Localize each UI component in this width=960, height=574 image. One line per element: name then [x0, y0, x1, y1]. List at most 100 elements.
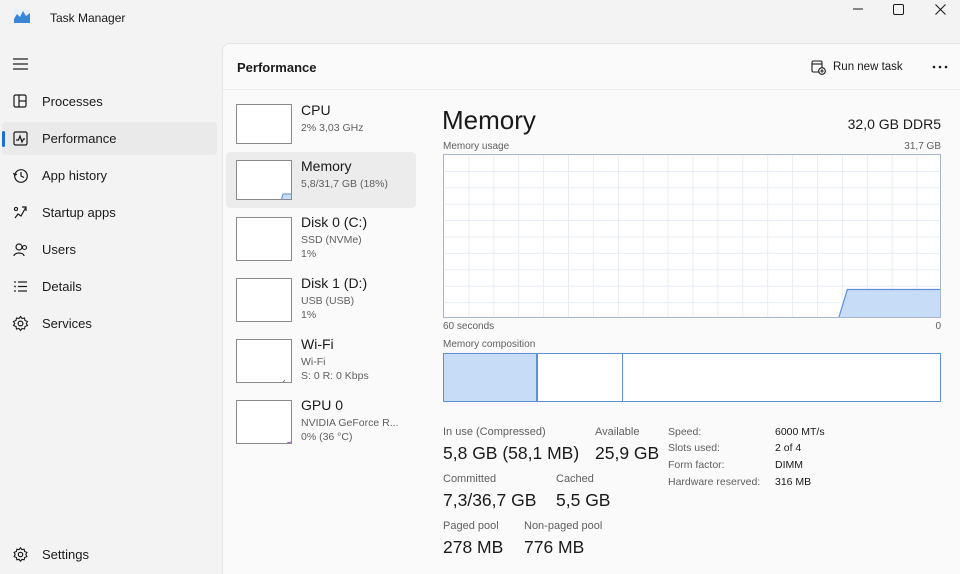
- maximize-button[interactable]: [876, 0, 920, 18]
- time-span-label: 60 seconds: [443, 321, 495, 332]
- memory-usage-area: [838, 288, 940, 317]
- form-factor-value: DIMM: [775, 459, 803, 471]
- nav-item-label: Settings: [42, 547, 89, 562]
- run-new-task-button[interactable]: Run new task: [811, 56, 903, 78]
- slots-used-key: Slots used:: [668, 442, 720, 454]
- active-indicator: [2, 131, 5, 147]
- device-name: Disk 0 (C:): [301, 214, 368, 230]
- device-name: Disk 1 (D:): [301, 275, 368, 291]
- settings-gear-icon: [13, 546, 28, 563]
- nav-item-label: Startup apps: [42, 205, 116, 220]
- more-options-icon: [932, 65, 948, 69]
- device-cpu[interactable]: CPU 2% 3,03 GHz: [226, 96, 416, 152]
- available-label: Available: [595, 426, 640, 438]
- hamburger-menu-icon[interactable]: [12, 56, 30, 72]
- device-usage: 1%: [301, 248, 317, 260]
- performance-panel: Performance Run new task CPU 2% 3,03 GHz…: [222, 43, 960, 574]
- device-detail: USB (USB): [301, 295, 355, 307]
- nav-item-startup-apps[interactable]: Startup apps: [2, 196, 217, 229]
- users-icon: [13, 243, 28, 257]
- minimize-icon: [853, 8, 863, 10]
- device-name: GPU 0: [301, 397, 344, 413]
- memory-usage-max: 31,7 GB: [904, 141, 941, 152]
- device-name: CPU: [301, 102, 331, 118]
- hardware-reserved-key: Hardware reserved:: [668, 476, 761, 488]
- nav-item-label: Services: [42, 316, 92, 331]
- maximize-icon: [892, 3, 904, 15]
- nav-item-label: Performance: [42, 131, 117, 146]
- wifi-mini-graph: [236, 339, 292, 383]
- paged-pool-value: 278 MB: [443, 537, 504, 557]
- composition-standby-free: [623, 354, 940, 401]
- device-detail: Wi-Fi: [301, 356, 326, 368]
- memory-usage-chart: [444, 155, 940, 317]
- more-options-button[interactable]: [929, 56, 951, 78]
- nav-item-settings[interactable]: Settings: [2, 538, 217, 571]
- speed-value: 6000 MT/s: [775, 426, 825, 438]
- nav-item-performance[interactable]: Performance: [2, 122, 217, 155]
- memory-mini-graph: [236, 160, 292, 200]
- device-name: Memory: [301, 158, 352, 174]
- memory-usage-label: Memory usage: [443, 141, 510, 152]
- close-button[interactable]: [918, 0, 960, 18]
- nav-item-label: Details: [42, 279, 82, 294]
- device-usage: 0% (36 °C): [301, 431, 353, 443]
- run-new-task-icon: [811, 59, 826, 75]
- device-gpu[interactable]: GPU 0 NVIDIA GeForce R... 0% (36 °C): [226, 391, 416, 447]
- hardware-reserved-value: 316 MB: [775, 476, 812, 488]
- device-disk-0[interactable]: Disk 0 (C:) SSD (NVMe) 1%: [226, 208, 416, 264]
- device-throughput: S: 0 R: 0 Kbps: [301, 370, 369, 382]
- memory-composition-bar: [443, 353, 941, 402]
- cached-value: 5,5 GB: [556, 490, 611, 510]
- available-value: 25,9 GB: [595, 443, 660, 463]
- nav-item-processes[interactable]: Processes: [2, 85, 217, 118]
- in-use-value: 5,8 GB (58,1 MB): [443, 443, 580, 463]
- nav-item-app-history[interactable]: App history: [2, 159, 217, 192]
- gpu-mini-graph: [236, 400, 292, 444]
- committed-label: Committed: [443, 473, 497, 485]
- device-detail: SSD (NVMe): [301, 234, 362, 246]
- performance-icon: [13, 131, 28, 146]
- cached-label: Cached: [556, 473, 594, 485]
- device-detail: 2% 3,03 GHz: [301, 122, 364, 134]
- task-manager-icon: [14, 9, 30, 23]
- form-factor-key: Form factor:: [668, 459, 725, 471]
- in-use-label: In use (Compressed): [443, 426, 546, 438]
- memory-usage-graph: [443, 154, 941, 318]
- minimize-button[interactable]: [836, 0, 880, 18]
- memory-total: 32,0 GB DDR5: [847, 116, 941, 132]
- details-icon: [14, 281, 27, 292]
- disk1-mini-graph: [236, 278, 292, 322]
- nav-item-details[interactable]: Details: [2, 270, 217, 303]
- nav-item-services[interactable]: Services: [2, 307, 217, 340]
- services-icon: [12, 315, 29, 332]
- header-divider: [223, 89, 960, 90]
- close-icon: [934, 3, 946, 15]
- non-paged-pool-label: Non-paged pool: [524, 520, 603, 532]
- startup-apps-icon: [13, 206, 27, 219]
- nav-item-label: App history: [42, 168, 108, 183]
- app-history-icon: [12, 169, 28, 183]
- device-disk-1[interactable]: Disk 1 (D:) USB (USB) 1%: [226, 269, 416, 325]
- device-name: Wi-Fi: [301, 336, 334, 352]
- composition-modified: [537, 354, 623, 401]
- processes-icon: [13, 94, 27, 108]
- time-end-label: 0: [935, 321, 941, 332]
- device-usage: 1%: [301, 309, 317, 321]
- disk0-mini-graph: [236, 217, 292, 261]
- memory-title: Memory: [442, 105, 536, 135]
- non-paged-pool-value: 776 MB: [524, 537, 585, 557]
- committed-value: 7,3/36,7 GB: [443, 490, 537, 510]
- device-wifi[interactable]: Wi-Fi Wi-Fi S: 0 R: 0 Kbps: [226, 330, 416, 386]
- title-bar: Task Manager: [0, 0, 960, 38]
- device-detail: 5,8/31,7 GB (18%): [301, 178, 388, 190]
- device-detail: NVIDIA GeForce R...: [301, 417, 399, 429]
- paged-pool-label: Paged pool: [443, 520, 499, 532]
- composition-in-use: [444, 354, 538, 401]
- nav-item-label: Processes: [42, 94, 103, 109]
- nav-item-label: Users: [42, 242, 76, 257]
- nav-item-users[interactable]: Users: [2, 233, 217, 266]
- run-new-task-label: Run new task: [833, 61, 903, 73]
- device-memory[interactable]: Memory 5,8/31,7 GB (18%): [226, 152, 416, 208]
- cpu-mini-graph: [236, 104, 292, 144]
